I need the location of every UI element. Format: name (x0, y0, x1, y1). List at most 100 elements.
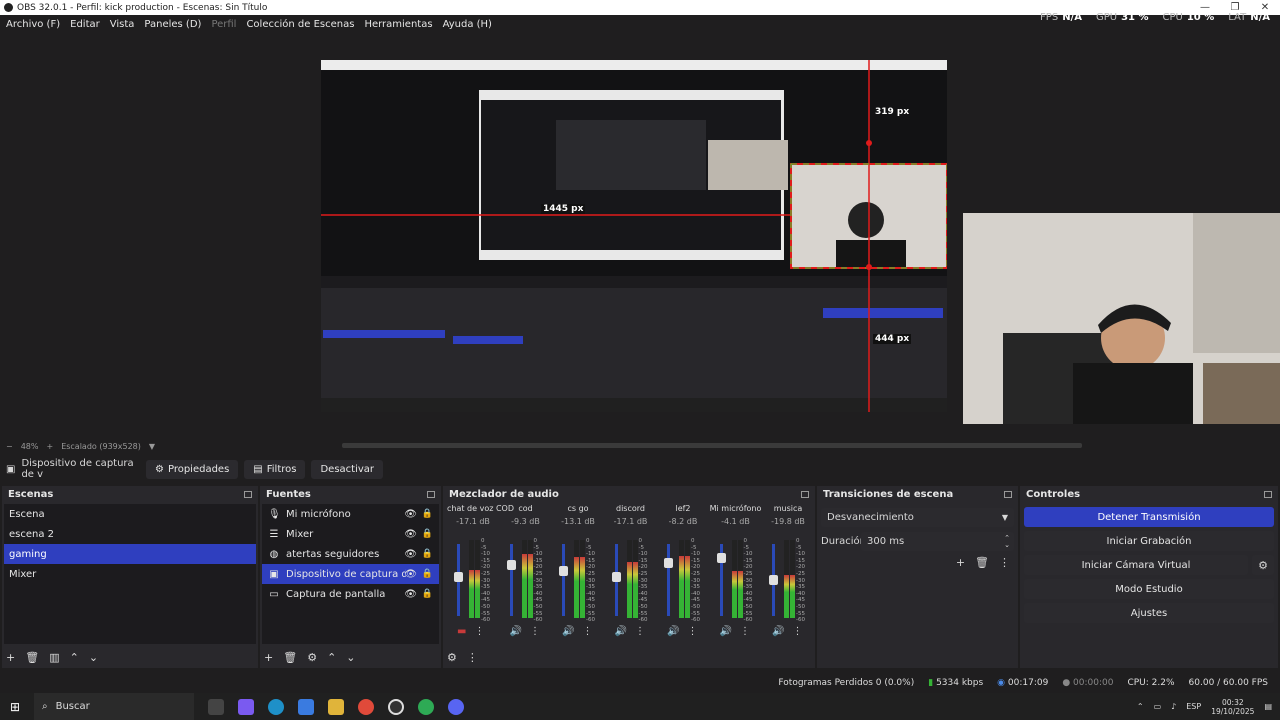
menu-coleccion-escenas[interactable]: Colección de Escenas (246, 19, 354, 30)
menu-vista[interactable]: Vista (110, 19, 135, 30)
stop-stream-button[interactable]: Detener Transmisión (1024, 507, 1274, 527)
speaker-icon[interactable]: 🔊 (510, 626, 522, 637)
file-explorer-icon[interactable] (328, 698, 344, 715)
source-item-mixer[interactable]: ☰ Mixer 👁 🔒 (262, 524, 439, 544)
discord-icon[interactable] (448, 698, 464, 715)
menu-perfil[interactable]: Perfil (211, 19, 236, 30)
lock-icon[interactable]: 🔒 (422, 569, 433, 579)
fader-knob[interactable] (769, 575, 778, 585)
fader-knob[interactable] (664, 557, 673, 568)
visibility-eye-icon[interactable]: 👁 (404, 549, 417, 560)
scene-item-mixer[interactable]: Mixer (4, 564, 256, 584)
lock-icon[interactable]: 🔒 (422, 509, 433, 519)
preview-area[interactable]: 319 px 1445 px 444 px (0, 33, 1280, 439)
source-item-alertas[interactable]: ◍ atertas seguidores 👁 🔒 (262, 544, 439, 564)
fader-knob[interactable] (716, 552, 726, 563)
edge-icon[interactable] (268, 698, 284, 715)
move-down-icon[interactable]: ⌄ (346, 651, 355, 664)
obs-taskbar-icon[interactable] (388, 698, 404, 715)
scene-item-gaming[interactable]: gaming (4, 544, 256, 564)
float-dock-icon[interactable] (1264, 490, 1272, 498)
channel-menu-icon[interactable]: ⋮ (792, 626, 802, 637)
fader-knob[interactable] (559, 565, 568, 576)
menu-editar[interactable]: Editar (70, 19, 100, 30)
advanced-audio-icon[interactable]: ⚙ (447, 651, 457, 664)
windows-start-icon[interactable]: ⊞ (10, 700, 20, 714)
filters-button[interactable]: ▤ Filtros (244, 459, 306, 479)
channel-menu-icon[interactable]: ⋮ (530, 626, 540, 637)
clock[interactable]: 00:32 19/10/2025 (1211, 698, 1254, 716)
float-dock-icon[interactable] (427, 490, 435, 498)
fader-knob[interactable] (454, 571, 463, 582)
channel-menu-icon[interactable]: ⋮ (635, 626, 645, 637)
properties-button[interactable]: ⚙ Propiedades (146, 459, 239, 479)
store-icon[interactable] (298, 698, 314, 715)
float-dock-icon[interactable] (244, 490, 252, 498)
add-source-icon[interactable]: + (264, 651, 273, 664)
source-settings-icon[interactable]: ⚙ (307, 651, 317, 664)
preview-horizontal-scrollbar[interactable] (342, 443, 1082, 448)
mixer-menu-icon[interactable]: ⋮ (467, 651, 478, 664)
speaker-icon[interactable]: 🔊 (772, 626, 784, 637)
volume-icon[interactable]: ♪ (1171, 702, 1176, 711)
speaker-icon[interactable]: 🔊 (720, 626, 732, 637)
float-dock-icon[interactable] (801, 490, 809, 498)
visibility-eye-icon[interactable]: 👁 (404, 529, 417, 540)
visibility-eye-icon[interactable]: 👁 (404, 589, 417, 600)
scene-item-escena-2[interactable]: escena 2 (4, 524, 256, 544)
volume-fader[interactable] (509, 544, 513, 616)
menu-archivo[interactable]: Archivo (F) (6, 19, 60, 30)
menu-ayuda[interactable]: Ayuda (H) (443, 19, 492, 30)
float-dock-icon[interactable] (1004, 490, 1012, 498)
fader-knob[interactable] (506, 559, 516, 570)
add-transition-icon[interactable]: + (956, 556, 965, 569)
volume-fader[interactable] (667, 544, 670, 616)
virtual-camera-settings-icon[interactable]: ⚙ (1252, 555, 1274, 575)
notifications-icon[interactable]: ▤ (1264, 702, 1272, 711)
chrome-icon[interactable] (358, 698, 374, 715)
volume-fader[interactable] (562, 544, 565, 616)
move-down-icon[interactable]: ⌄ (89, 651, 98, 664)
settings-button[interactable]: Ajustes (1024, 603, 1274, 623)
source-item-mi-microfono[interactable]: 🎙 Mi micrófono 👁 🔒 (262, 504, 439, 524)
network-icon[interactable]: ▭ (1154, 702, 1162, 711)
transition-select[interactable]: Desvanecimiento ▼ (821, 508, 1014, 527)
scene-item-escena[interactable]: Escena (4, 504, 256, 524)
language-indicator[interactable]: ESP (1186, 702, 1201, 711)
lock-icon[interactable]: 🔒 (422, 589, 433, 599)
duration-input[interactable]: 300 ms ⌃ ⌄ (861, 532, 1014, 551)
tray-chevron-icon[interactable]: ⌃ (1137, 702, 1144, 711)
scaling-dropdown-icon[interactable]: ▼ (149, 442, 155, 451)
speaker-icon[interactable]: 🔊 (615, 626, 627, 637)
task-view-icon[interactable] (208, 698, 224, 715)
taskbar-search[interactable]: ⌕ Buscar (34, 693, 194, 720)
lock-icon[interactable]: 🔒 (422, 529, 433, 539)
add-scene-icon[interactable]: + (6, 651, 15, 664)
muted-speaker-icon[interactable]: ▬ (457, 626, 466, 637)
speaker-icon[interactable]: 🔊 (562, 626, 574, 637)
remove-transition-icon[interactable]: 🗑 (975, 556, 989, 569)
webcam-source[interactable] (963, 213, 1280, 424)
preview-canvas[interactable]: 319 px 1445 px 444 px (321, 60, 947, 412)
visibility-eye-icon[interactable]: 👁 (404, 569, 417, 580)
transition-menu-icon[interactable]: ⋮ (999, 556, 1010, 569)
zoom-out-button[interactable]: − (6, 442, 13, 451)
deactivate-button[interactable]: Desactivar (311, 459, 384, 479)
zoom-in-button[interactable]: + (46, 442, 53, 451)
speaker-icon[interactable]: 🔊 (667, 626, 679, 637)
move-up-icon[interactable]: ⌃ (70, 651, 79, 664)
remove-source-icon[interactable]: 🗑 (283, 651, 297, 664)
channel-menu-icon[interactable]: ⋮ (582, 626, 592, 637)
start-virtual-camera-button[interactable]: Iniciar Cámara Virtual (1024, 555, 1248, 575)
move-up-icon[interactable]: ⌃ (327, 651, 336, 664)
source-item-screen-capture[interactable]: ▭ Captura de pantalla 👁 🔒 (262, 584, 439, 604)
stepper-icon[interactable]: ⌃ ⌄ (1004, 534, 1010, 549)
visibility-eye-icon[interactable]: 👁 (404, 509, 417, 520)
menu-herramientas[interactable]: Herramientas (364, 19, 432, 30)
source-item-capture-device[interactable]: ▣Dispositivo de captura de vide👁🔒 (262, 564, 439, 584)
chrome-alt-icon[interactable] (418, 698, 434, 715)
menu-paneles[interactable]: Paneles (D) (144, 19, 201, 30)
start-recording-button[interactable]: Iniciar Grabación (1024, 531, 1274, 551)
studio-mode-button[interactable]: Modo Estudio (1024, 579, 1274, 599)
channel-menu-icon[interactable]: ⋮ (687, 626, 697, 637)
